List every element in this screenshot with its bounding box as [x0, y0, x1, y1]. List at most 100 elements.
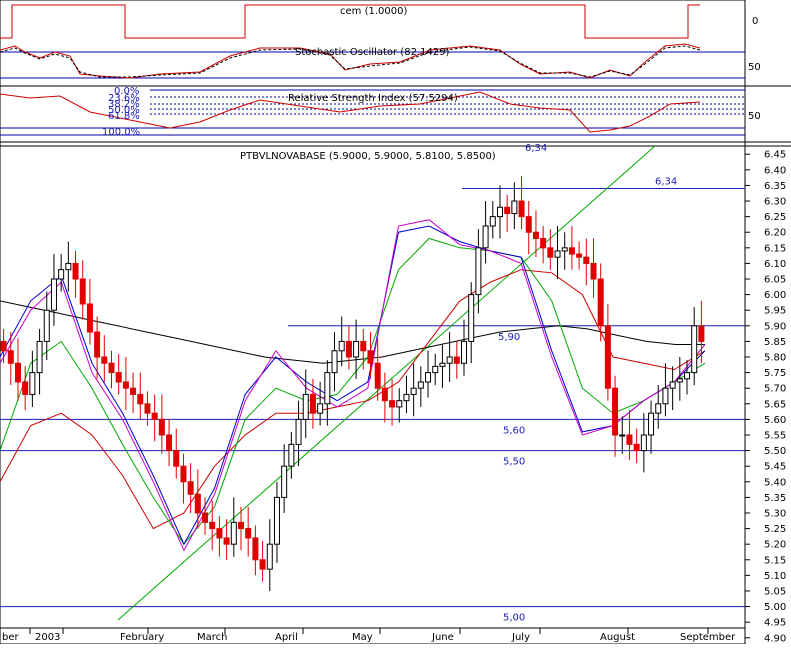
candle-body — [482, 225, 489, 249]
x-tick-label: May — [352, 632, 373, 643]
indicator-panels: cem (1.0000) 0 50 Stochastic Oscillator … — [0, 4, 761, 138]
candle-body — [461, 340, 468, 364]
candle-body — [29, 372, 36, 395]
candle-body — [568, 247, 575, 255]
fib-label: 61.8% — [108, 111, 140, 122]
candle-body — [230, 521, 237, 545]
candle-body — [130, 387, 137, 395]
candle-body — [583, 256, 590, 264]
top-price-label: 6,34 — [525, 143, 547, 154]
candle-body — [669, 381, 676, 389]
y-tick-label: 5.75 — [764, 368, 786, 379]
y-tick-label: 6.30 — [764, 197, 786, 208]
y-tick-label: 5.95 — [764, 306, 786, 317]
candle-body — [540, 237, 547, 249]
y-tick-label: 6.40 — [764, 165, 786, 176]
x-tick-label: February — [120, 632, 164, 643]
candle-body — [590, 262, 597, 280]
candle-body — [144, 403, 151, 414]
candle-body — [50, 278, 57, 311]
candles — [0, 176, 705, 591]
candle-body — [547, 247, 554, 258]
candle-body — [273, 496, 280, 545]
candle-body — [655, 403, 662, 414]
y-tick-label: 5.25 — [764, 524, 786, 535]
price-level-label: 5,00 — [503, 613, 525, 624]
candle-body — [640, 434, 647, 452]
candle-body — [453, 356, 460, 364]
y-tick-label: 6.35 — [764, 181, 786, 192]
stoch-title: Stochastic Oscillator (82.1429) — [295, 47, 450, 58]
y-tick-label: 5.85 — [764, 337, 786, 348]
x-axis: ber 2003 February March April May June July Augu… — [0, 627, 745, 643]
candle-body — [331, 350, 338, 374]
trendline-group — [117, 145, 656, 621]
y-tick-label: 5.70 — [764, 384, 786, 395]
candle-body — [410, 387, 417, 395]
y-tick-label: 5.20 — [764, 540, 786, 551]
y-tick-label: 4.95 — [764, 618, 786, 629]
y-tick-label: 5.40 — [764, 477, 786, 488]
cem-ytick: 0 — [752, 16, 758, 27]
candle-body — [475, 247, 482, 296]
candle-body — [360, 340, 367, 352]
candle-body — [381, 387, 388, 402]
y-tick-label: 6.00 — [764, 290, 786, 301]
candle-body — [187, 481, 194, 495]
y-tick-label: 6.20 — [764, 228, 786, 239]
y-tick-label: 5.10 — [764, 571, 786, 582]
y-tick-label: 5.90 — [764, 321, 786, 332]
candle-body — [65, 262, 72, 271]
candle-body — [245, 528, 252, 539]
candle-body — [496, 206, 503, 218]
candle-body — [338, 340, 345, 352]
candle-body — [7, 350, 14, 364]
candle-body — [94, 331, 101, 358]
y-tick-label: 6.05 — [764, 275, 786, 286]
y-tick-label: 6.10 — [764, 259, 786, 270]
candle-body — [266, 543, 273, 570]
candle-body — [446, 356, 453, 364]
rsi-title: Relative Strength Index (57.5294) — [288, 93, 458, 104]
candle-body — [72, 262, 79, 280]
candle-body — [648, 412, 655, 436]
y-tick-label: 6.45 — [764, 150, 786, 161]
candle-body — [518, 200, 525, 218]
candle-body — [662, 387, 669, 405]
candle-body — [115, 372, 122, 383]
candle-body — [425, 372, 432, 383]
candle-body — [432, 365, 439, 374]
candle-body — [597, 278, 604, 327]
candle-body — [0, 340, 7, 352]
x-tick-label: April — [275, 632, 298, 643]
candle-body — [237, 521, 244, 530]
y-tick-label: 5.65 — [764, 399, 786, 410]
candle-body — [532, 231, 539, 239]
candle-body — [554, 250, 561, 258]
candle-body — [151, 412, 158, 420]
technical-chart: cem (1.0000) 0 50 Stochastic Oscillator … — [0, 0, 791, 645]
x-tick-label: March — [197, 632, 227, 643]
y-tick-label: 4.90 — [764, 633, 786, 644]
candle-body — [698, 325, 705, 342]
candle-body — [173, 450, 180, 467]
y-tick-label: 5.15 — [764, 555, 786, 566]
candle-body — [101, 356, 108, 364]
candle-body — [353, 340, 360, 358]
candle-body — [22, 381, 29, 395]
y-tick-label: 5.80 — [764, 353, 786, 364]
candle-body — [309, 393, 316, 414]
moving-averages — [0, 219, 706, 552]
price-level-label: 5,50 — [503, 457, 525, 468]
candle-body — [302, 393, 309, 420]
y-tick-label: 5.60 — [764, 415, 786, 426]
candle-body — [108, 362, 115, 374]
candle-body — [324, 372, 331, 405]
candle-body — [389, 400, 396, 408]
candle-body — [216, 528, 223, 539]
x-tick-label: 2003 — [35, 632, 60, 643]
candle-body — [374, 362, 381, 389]
candle-body — [417, 381, 424, 389]
x-tick-label: August — [600, 632, 635, 643]
candle-body — [684, 372, 691, 380]
